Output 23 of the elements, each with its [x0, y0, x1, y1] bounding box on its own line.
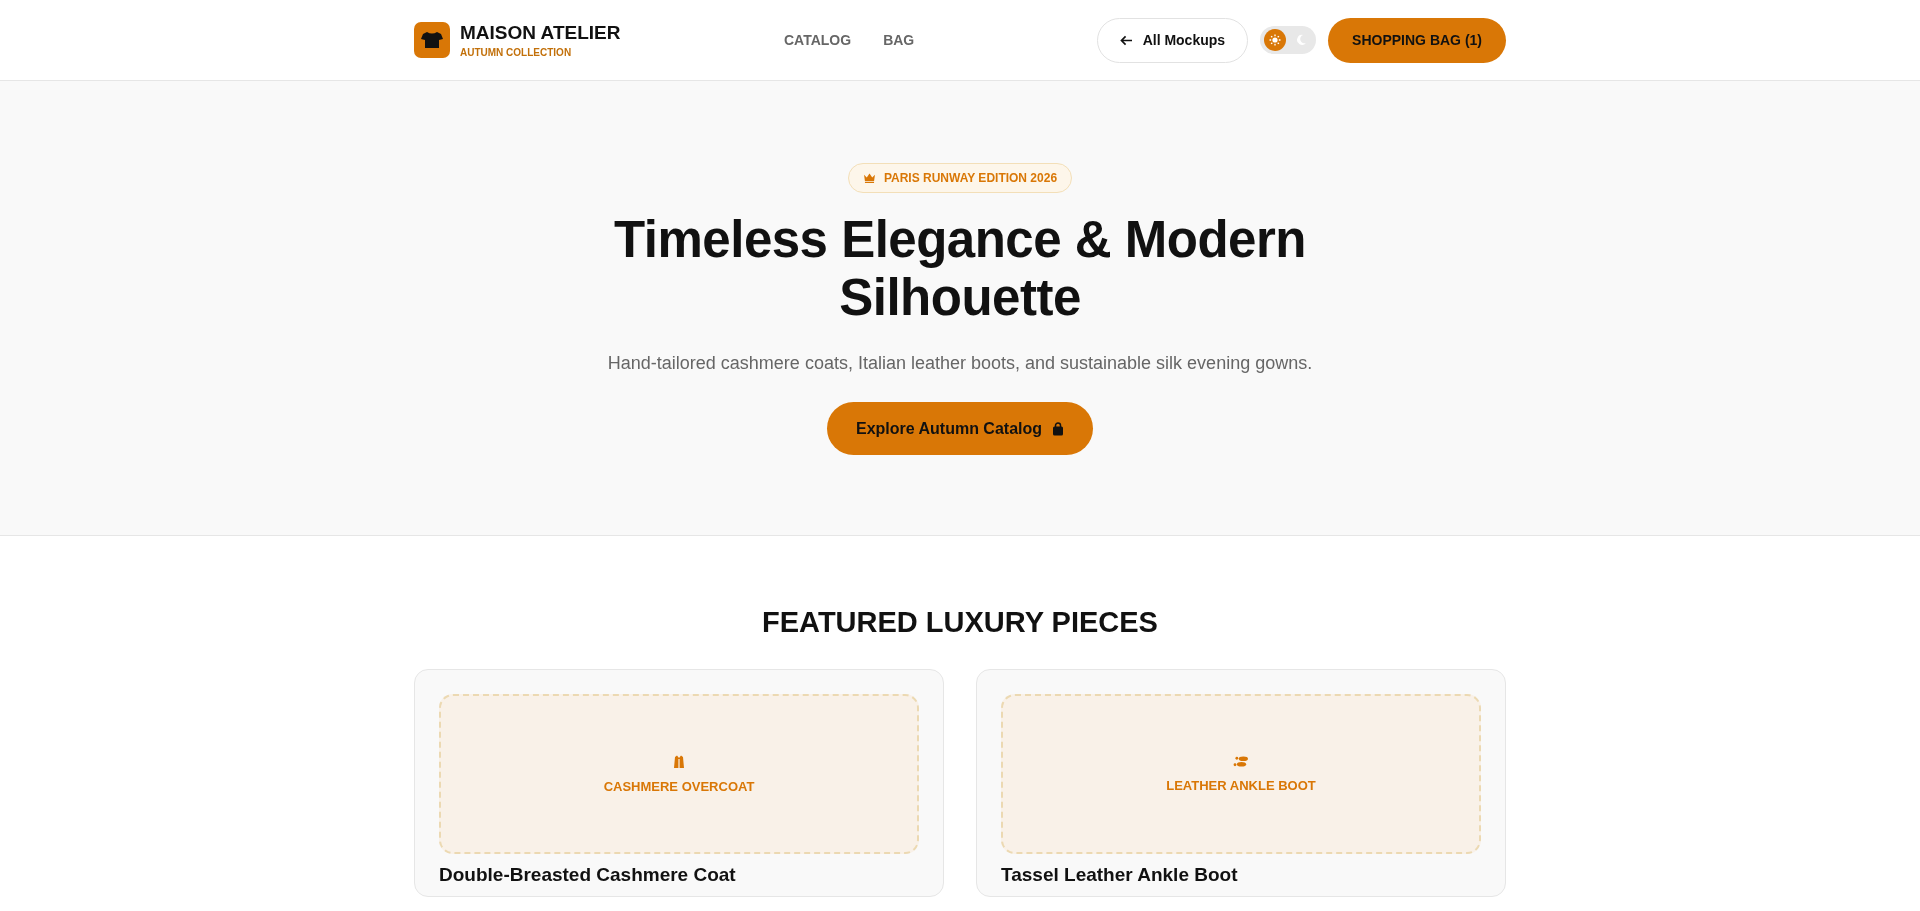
- arrow-left-icon: [1119, 34, 1133, 46]
- brand-tagline: AUTUMN COLLECTION: [460, 47, 573, 58]
- image-label: LEATHER ANKLE BOOT: [1166, 778, 1316, 793]
- footprints-icon: [1232, 755, 1250, 768]
- section-title: FEATURED LUXURY PIECES: [761, 606, 1159, 639]
- back-button[interactable]: All Mockups: [1096, 17, 1249, 63]
- hero-subtitle: Hand-tailored cashmere coats, Italian leather boots, and sustainable silk evening gowns.: [607, 353, 1313, 374]
- tshirt-icon: [414, 22, 450, 58]
- sun-icon: [1269, 34, 1282, 46]
- explore-button[interactable]: Explore Autumn Catalog: [826, 402, 1094, 455]
- brand-name: MAISON ATELIER: [460, 22, 621, 44]
- theme-toggle[interactable]: [1260, 26, 1317, 54]
- image-label: CASHMERE OVERCOAT: [603, 778, 755, 794]
- nav-link[interactable]: BAG: [883, 32, 915, 48]
- shopping-bag-button[interactable]: SHOPPING BAG (1): [1328, 17, 1506, 63]
- product-name: Tassel Leather Ankle Boot: [1001, 864, 1239, 886]
- shopping-bag-icon: [1052, 421, 1065, 436]
- product-name: Double-Breasted Cashmere Coat: [439, 864, 737, 886]
- crown-icon: [862, 173, 876, 183]
- badge-text: PARIS RUNWAY EDITION 2026: [883, 171, 1058, 185]
- hero-title: Timeless Elegance & Modern Silhouette: [613, 211, 1307, 327]
- nav-link[interactable]: CATALOG: [784, 32, 852, 48]
- vest-icon: [673, 754, 685, 769]
